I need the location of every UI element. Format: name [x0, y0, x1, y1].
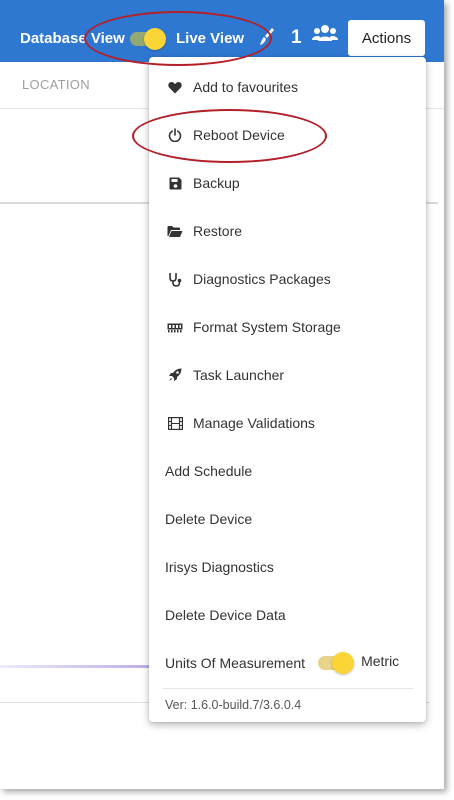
top-bar: Database View Live View 1 Actions: [0, 0, 444, 62]
progress-line: [0, 665, 160, 668]
actions-menu: Add to favourites Reboot Device Backup R…: [149, 57, 426, 722]
power-icon: [167, 127, 183, 143]
menu-item-delete-device-data[interactable]: Delete Device Data: [149, 591, 426, 639]
version-text: Ver: 1.6.0-build.7/3.6.0.4: [165, 698, 302, 712]
film-icon: [167, 415, 183, 431]
units-toggle[interactable]: [316, 651, 356, 675]
menu-item-label: Manage Validations: [193, 415, 315, 431]
menu-item-units-of-measurement: Units Of Measurement Metric: [149, 639, 426, 687]
menu-item-format-system-storage[interactable]: Format System Storage: [149, 303, 426, 351]
menu-item-add-schedule[interactable]: Add Schedule: [149, 447, 426, 495]
stethoscope-icon: [167, 271, 183, 287]
menu-item-manage-validations[interactable]: Manage Validations: [149, 399, 426, 447]
database-view-label[interactable]: Database View: [20, 30, 125, 47]
menu-item-add-to-favourites[interactable]: Add to favourites: [149, 63, 426, 111]
menu-item-delete-device[interactable]: Delete Device: [149, 495, 426, 543]
menu-item-label: Format System Storage: [193, 319, 341, 335]
menu-item-label: Backup: [193, 175, 240, 191]
menu-item-label: Add Schedule: [165, 463, 253, 479]
menu-item-label: Diagnostics Packages: [193, 271, 331, 287]
users-icon[interactable]: [312, 24, 338, 44]
save-icon: [167, 175, 183, 191]
menu-item-label: Add to favourites: [193, 79, 299, 95]
view-toggle-knob: [144, 28, 166, 50]
actions-button[interactable]: Actions: [348, 20, 425, 56]
heart-icon: [167, 79, 183, 95]
menu-item-label: Delete Device: [165, 511, 253, 527]
menu-item-label: Task Launcher: [193, 367, 285, 383]
brush-icon[interactable]: [258, 26, 276, 48]
menu-item-backup[interactable]: Backup: [149, 159, 426, 207]
units-toggle-knob: [332, 652, 355, 674]
location-column-header[interactable]: LOCATION: [22, 77, 90, 92]
menu-item-label: Restore: [193, 223, 243, 239]
folder-open-icon: [167, 223, 183, 239]
user-count: 1: [291, 27, 302, 48]
menu-item-reboot-device[interactable]: Reboot Device: [149, 111, 426, 159]
units-value: Metric: [361, 653, 400, 669]
units-label: Units Of Measurement: [165, 655, 306, 671]
memory-icon: [167, 319, 183, 335]
live-view-label[interactable]: Live View: [176, 30, 244, 47]
app-window: Database View Live View 1 Actions LOCATI…: [0, 0, 444, 789]
menu-item-diagnostics-packages[interactable]: Diagnostics Packages: [149, 255, 426, 303]
menu-item-label: Delete Device Data: [165, 607, 286, 623]
view-toggle[interactable]: [128, 27, 168, 51]
menu-item-irisys-diagnostics[interactable]: Irisys Diagnostics: [149, 543, 426, 591]
menu-item-label: Reboot Device: [193, 127, 285, 143]
menu-divider: [163, 688, 413, 689]
menu-item-task-launcher[interactable]: Task Launcher: [149, 351, 426, 399]
rocket-icon: [167, 367, 183, 383]
menu-item-label: Irisys Diagnostics: [165, 559, 274, 575]
menu-item-restore[interactable]: Restore: [149, 207, 426, 255]
